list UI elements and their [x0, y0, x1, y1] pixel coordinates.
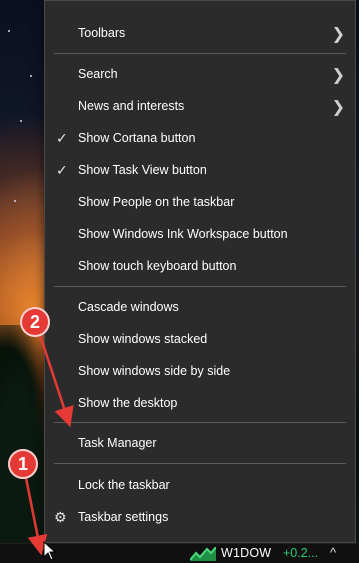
menu-item-show-touch-keyboard[interactable]: Show touch keyboard button [45, 251, 355, 281]
menu-item-label: Search [78, 67, 118, 81]
wallpaper-star [8, 30, 10, 32]
show-hidden-icons-chevron-icon[interactable]: ^ [330, 545, 336, 560]
menu-item-show-windows-side-by-side[interactable]: Show windows side by side [45, 356, 355, 386]
wallpaper-star [30, 75, 32, 77]
checkmark-icon: ✓ [56, 130, 68, 146]
menu-item-label: Show People on the taskbar [78, 195, 235, 209]
chevron-right-icon: ❯ [331, 26, 345, 43]
menu-separator [54, 53, 346, 54]
menu-item-label: News and interests [78, 99, 185, 113]
mouse-cursor-icon [43, 541, 57, 561]
checkmark-icon: ✓ [56, 162, 68, 178]
stock-ticker-symbol[interactable]: W1DOW [221, 546, 271, 560]
menu-item-show-cortana-button[interactable]: ✓ Show Cortana button [45, 123, 355, 153]
menu-item-search[interactable]: Search ❯ [45, 59, 355, 89]
menu-item-label: Show windows side by side [78, 364, 231, 378]
menu-item-label: Lock the taskbar [78, 478, 170, 492]
menu-separator [54, 286, 346, 287]
gear-icon: ⚙ [54, 509, 67, 525]
menu-item-label: Show Task View button [78, 163, 207, 177]
menu-item-show-task-view-button[interactable]: ✓ Show Task View button [45, 155, 355, 185]
menu-item-task-manager[interactable]: Task Manager [45, 428, 355, 458]
menu-item-label: Cascade windows [78, 300, 179, 314]
menu-item-cascade-windows[interactable]: Cascade windows [45, 292, 355, 322]
wallpaper-star [20, 120, 22, 122]
menu-item-label: Show windows stacked [78, 332, 208, 346]
menu-item-show-people[interactable]: Show People on the taskbar [45, 187, 355, 217]
stock-ticker-change[interactable]: +0.2... [283, 546, 318, 560]
stock-trend-icon[interactable] [190, 547, 216, 561]
menu-separator [54, 422, 346, 423]
taskbar-context-menu: Toolbars ❯ Search ❯ News and interests ❯… [44, 0, 356, 543]
menu-item-label: Show Windows Ink Workspace button [78, 227, 288, 241]
chevron-right-icon: ❯ [331, 67, 345, 84]
menu-separator [54, 463, 346, 464]
menu-item-lock-the-taskbar[interactable]: Lock the taskbar [45, 470, 355, 500]
menu-item-show-the-desktop[interactable]: Show the desktop [45, 388, 355, 418]
annotation-badge-1: 1 [8, 449, 38, 479]
menu-item-label: Show the desktop [78, 396, 178, 410]
menu-item-label: Task Manager [78, 436, 157, 450]
menu-item-show-ink-workspace[interactable]: Show Windows Ink Workspace button [45, 219, 355, 249]
wallpaper-star [14, 200, 16, 202]
menu-item-show-windows-stacked[interactable]: Show windows stacked [45, 324, 355, 354]
menu-item-label: Show touch keyboard button [78, 259, 237, 273]
menu-item-toolbars[interactable]: Toolbars ❯ [45, 18, 355, 48]
menu-item-label: Taskbar settings [78, 510, 169, 524]
annotation-badge-2: 2 [20, 307, 50, 337]
chevron-right-icon: ❯ [331, 99, 345, 116]
menu-item-news-and-interests[interactable]: News and interests ❯ [45, 91, 355, 121]
menu-item-taskbar-settings[interactable]: ⚙ Taskbar settings [45, 502, 355, 532]
menu-item-label: Show Cortana button [78, 131, 196, 145]
menu-item-label: Toolbars [78, 26, 126, 40]
